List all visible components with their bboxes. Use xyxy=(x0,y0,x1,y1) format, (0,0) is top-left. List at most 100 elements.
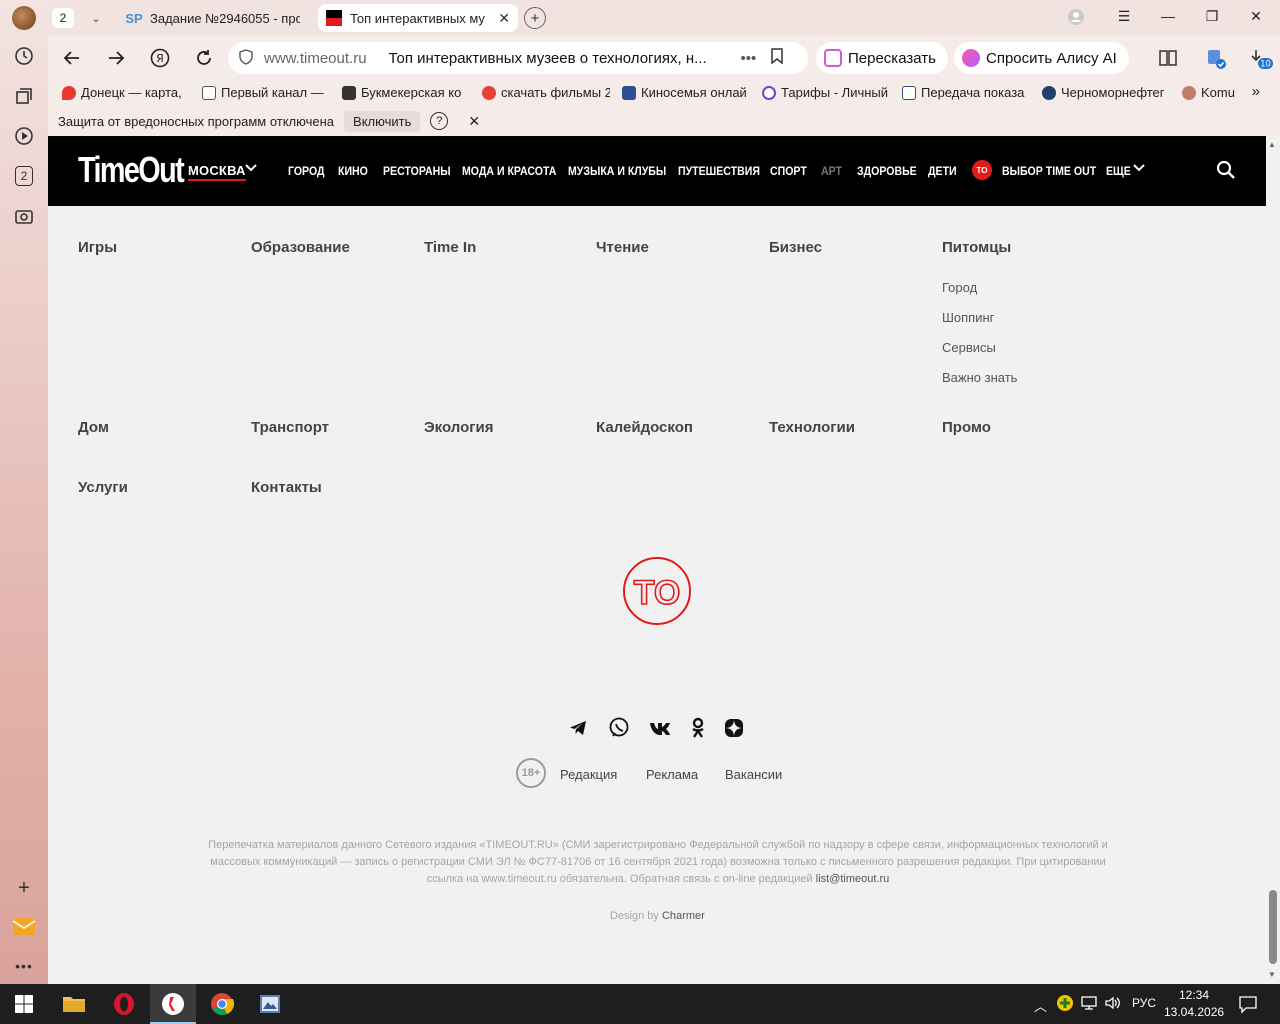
bookmark-item[interactable]: Первый канал — xyxy=(202,85,326,100)
nav-timeout-choice[interactable]: ВЫБОР TIME OUT xyxy=(1002,164,1096,178)
menu-icon[interactable]: ☰ xyxy=(1112,8,1136,25)
page-scrollbar[interactable]: ▲ ▼ xyxy=(1266,136,1280,984)
image-editor-icon[interactable] xyxy=(256,990,284,1018)
bookmark-item[interactable]: Komu xyxy=(1182,85,1238,100)
more-dots-icon[interactable]: ••• xyxy=(741,50,757,67)
nav-cinema[interactable]: КИНО xyxy=(338,164,368,178)
scroll-up-arrow-icon[interactable]: ▲ xyxy=(1268,140,1276,149)
help-icon[interactable]: ? xyxy=(430,112,449,130)
nav-fashion[interactable]: МОДА И КРАСОТА xyxy=(462,164,556,178)
profile-avatar[interactable] xyxy=(12,6,36,30)
viber-icon[interactable] xyxy=(608,717,630,739)
category-business[interactable]: Бизнес xyxy=(769,239,822,256)
forward-button[interactable] xyxy=(104,46,128,70)
category-services[interactable]: Услуги xyxy=(78,479,128,496)
close-tab-icon[interactable]: ✕ xyxy=(498,10,510,27)
clock[interactable]: 12:34 13.04.2026 xyxy=(1164,987,1224,1021)
nav-music[interactable]: МУЗЫКА И КЛУБЫ xyxy=(568,164,666,178)
category-kaleidoscope[interactable]: Калейдоскоп xyxy=(596,419,693,436)
chrome-icon[interactable] xyxy=(208,990,236,1018)
language-indicator[interactable]: РУС xyxy=(1132,996,1156,1010)
volume-icon[interactable] xyxy=(1104,994,1122,1015)
nav-art[interactable]: АРТ xyxy=(821,164,842,178)
downloads-icon[interactable]: 10 xyxy=(1248,48,1274,75)
tabs-counter-icon[interactable]: 2 xyxy=(12,164,36,188)
odnoklassniki-icon[interactable] xyxy=(687,717,709,739)
bookmark-item[interactable]: Тарифы - Личный xyxy=(762,85,890,100)
pets-sub-shopping[interactable]: Шоппинг xyxy=(942,310,994,325)
site-info-icon[interactable] xyxy=(238,48,256,68)
vk-icon[interactable] xyxy=(649,717,671,739)
ask-alice-button[interactable]: Спросить Алису AI xyxy=(954,42,1129,74)
chevron-down-icon[interactable]: ⌄ xyxy=(84,8,108,28)
feedback-email-link[interactable]: list@timeout.ru xyxy=(816,873,890,885)
windows-start-icon[interactable] xyxy=(10,990,38,1018)
nav-sport[interactable]: СПОРТ xyxy=(770,164,807,178)
category-reading[interactable]: Чтение xyxy=(596,239,649,256)
category-education[interactable]: Образование xyxy=(251,239,350,256)
back-button[interactable] xyxy=(60,46,84,70)
category-technology[interactable]: Технологии xyxy=(769,419,855,436)
chevron-down-icon[interactable] xyxy=(1132,161,1146,180)
bookmark-icon[interactable] xyxy=(770,48,784,68)
dzen-icon[interactable] xyxy=(723,717,745,739)
minimize-button[interactable]: — xyxy=(1156,8,1180,24)
address-bar[interactable]: www.timeout.ru Топ интерактивных музеев … xyxy=(228,42,808,74)
footer-link-advertising[interactable]: Реклама xyxy=(646,767,698,782)
tab-inactive[interactable]: SP Задание №2946055 - про xyxy=(118,4,308,32)
chevron-down-icon[interactable] xyxy=(244,161,258,178)
category-games[interactable]: Игры xyxy=(78,239,117,256)
city-selector[interactable]: МОСКВА xyxy=(188,163,246,181)
tab-active[interactable]: Топ интерактивных му ✕ xyxy=(318,4,518,32)
nav-health[interactable]: ЗДОРОВЬЕ xyxy=(857,164,917,178)
add-panel-icon[interactable]: + xyxy=(12,876,36,900)
yandex-icon[interactable]: Я xyxy=(148,46,172,70)
pets-sub-services[interactable]: Сервисы xyxy=(942,340,996,355)
sidebar-more-icon[interactable]: ••• xyxy=(12,954,36,978)
notifications-icon[interactable] xyxy=(1238,994,1258,1017)
file-explorer-icon[interactable] xyxy=(60,990,88,1018)
collections-icon[interactable] xyxy=(12,84,36,108)
category-contacts[interactable]: Контакты xyxy=(251,479,322,496)
bookmark-item[interactable]: скачать фильмы 2 xyxy=(482,85,610,100)
category-home[interactable]: Дом xyxy=(78,419,109,436)
bookmarks-more-icon[interactable]: » xyxy=(1252,83,1260,100)
account-icon[interactable] xyxy=(1064,8,1088,29)
new-tab-button[interactable]: + xyxy=(524,7,546,29)
close-infobar-icon[interactable]: ✕ xyxy=(468,113,480,130)
footer-link-editorial[interactable]: Редакция xyxy=(560,767,617,782)
bookmark-item[interactable]: Донецк — карта, xyxy=(62,85,184,100)
designer-link[interactable]: Charmer xyxy=(662,910,705,922)
network-icon[interactable] xyxy=(1080,994,1098,1015)
close-window-button[interactable]: ✕ xyxy=(1244,8,1268,25)
category-pets[interactable]: Питомцы xyxy=(942,239,1011,256)
scrollbar-thumb[interactable] xyxy=(1269,890,1277,964)
screenshot-icon[interactable] xyxy=(12,204,36,228)
retell-button[interactable]: Пересказать xyxy=(816,42,948,74)
restore-button[interactable]: ❐ xyxy=(1200,8,1224,25)
category-promo[interactable]: Промо xyxy=(942,419,991,436)
scroll-down-arrow-icon[interactable]: ▼ xyxy=(1268,970,1276,979)
timeout-round-logo[interactable]: TO xyxy=(622,556,692,626)
reload-button[interactable] xyxy=(192,46,216,70)
nav-city[interactable]: ГОРОД xyxy=(288,164,325,178)
tray-app-icon[interactable] xyxy=(1056,994,1074,1015)
nav-kids[interactable]: ДЕТИ xyxy=(928,164,957,178)
enable-protection-button[interactable]: Включить xyxy=(344,110,421,132)
category-ecology[interactable]: Экология xyxy=(424,419,494,436)
search-icon[interactable] xyxy=(1216,160,1236,180)
telegram-icon[interactable] xyxy=(567,717,589,739)
tray-expand-icon[interactable]: ︿ xyxy=(1034,996,1047,1015)
tab-count-button[interactable]: 2 xyxy=(52,8,74,28)
yandex-browser-icon[interactable] xyxy=(159,990,187,1018)
reader-icon[interactable] xyxy=(1158,48,1178,73)
pets-sub-important[interactable]: Важно знать xyxy=(942,370,1017,385)
bookmark-item[interactable]: Передача показа xyxy=(902,85,1030,100)
bookmark-item[interactable]: Киносемья онлай xyxy=(622,85,750,100)
extension-icon[interactable] xyxy=(1206,48,1228,75)
category-time-in[interactable]: Time In xyxy=(424,239,476,256)
nav-travel[interactable]: ПУТЕШЕСТВИЯ xyxy=(678,164,760,178)
footer-link-vacancies[interactable]: Вакансии xyxy=(725,767,782,782)
history-icon[interactable] xyxy=(12,44,36,68)
bookmark-item[interactable]: Черноморнефтег xyxy=(1042,85,1168,100)
